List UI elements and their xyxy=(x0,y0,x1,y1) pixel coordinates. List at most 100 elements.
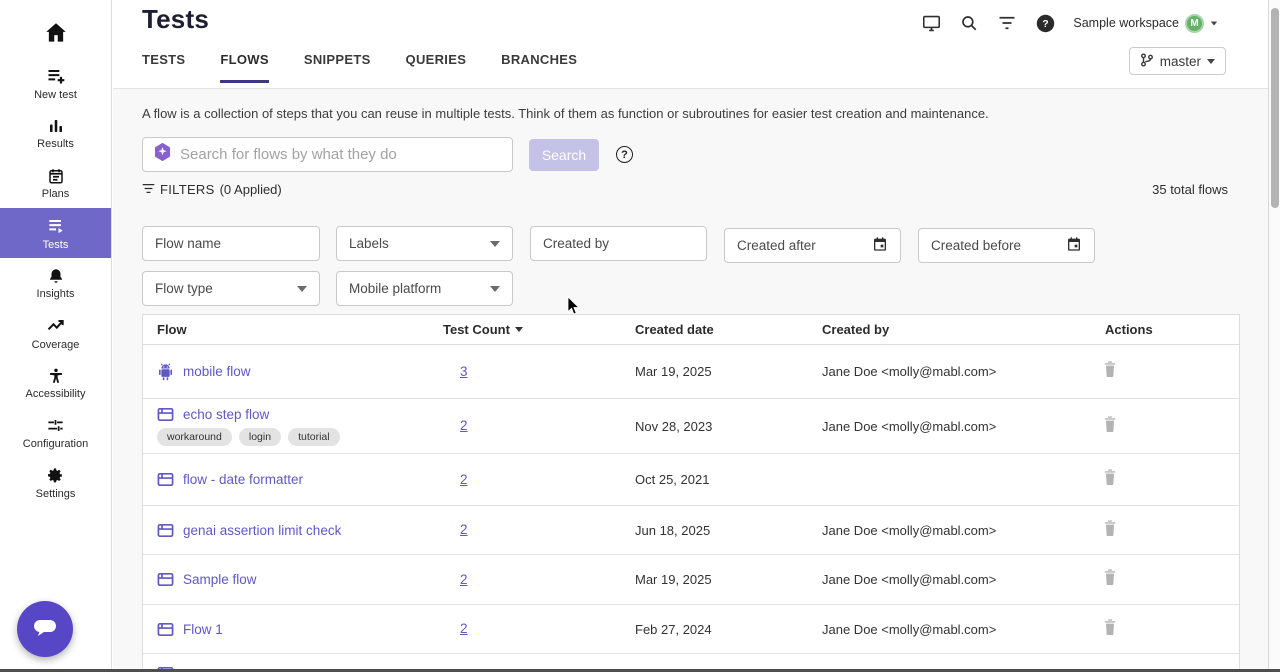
delete-icon[interactable] xyxy=(1103,622,1117,639)
flow-name-link[interactable]: mobile flow xyxy=(183,364,251,379)
created-by-input[interactable] xyxy=(543,236,694,251)
tab-flows[interactable]: FLOWS xyxy=(220,52,268,83)
tab-tests[interactable]: TESTS xyxy=(142,52,185,83)
search-help-icon[interactable]: ? xyxy=(616,146,633,163)
chat-bubble-icon xyxy=(30,614,60,645)
sidebar-item-label: Insights xyxy=(37,288,75,300)
delete-icon[interactable] xyxy=(1103,523,1117,540)
flow-name-link[interactable]: Sample flow xyxy=(183,572,257,587)
branch-selector[interactable]: master xyxy=(1129,47,1226,75)
sidebar-item-label: Tests xyxy=(43,239,69,251)
created-before-value: Created before xyxy=(931,238,1066,253)
sidebar-item-plans[interactable]: Plans xyxy=(0,158,111,208)
delete-icon[interactable] xyxy=(1103,419,1117,436)
tab-queries[interactable]: QUERIES xyxy=(406,52,467,83)
sidebar-item-coverage[interactable]: Coverage xyxy=(0,308,111,358)
test-count-link[interactable]: 2 xyxy=(460,418,468,433)
sliders-icon xyxy=(46,416,65,435)
help-icon[interactable]: ? xyxy=(1035,13,1055,33)
column-header-flow[interactable]: Flow xyxy=(143,322,429,337)
chat-button[interactable] xyxy=(17,601,73,657)
created-date-cell: Nov 28, 2023 xyxy=(621,419,808,434)
search-icon[interactable] xyxy=(959,13,979,33)
chevron-down-icon xyxy=(490,241,500,247)
delete-icon[interactable] xyxy=(1103,472,1117,489)
table-body: mobile flow 3 Mar 19, 2025 Jane Doe <mol… xyxy=(143,345,1239,654)
test-count-link[interactable]: 2 xyxy=(460,472,468,487)
delete-icon[interactable] xyxy=(1103,364,1117,381)
search-input[interactable] xyxy=(180,146,502,163)
bell-icon xyxy=(47,267,65,285)
flow-browser-icon xyxy=(157,407,174,422)
tab-branches[interactable]: BRANCHES xyxy=(501,52,577,83)
tab-snippets[interactable]: SNIPPETS xyxy=(304,52,371,83)
branch-name: master xyxy=(1160,54,1201,69)
results-icon xyxy=(47,117,65,135)
sidebar-item-tests[interactable]: Tests xyxy=(0,208,111,258)
flow-name-link[interactable]: echo step flow xyxy=(183,407,269,422)
ai-search-field[interactable] xyxy=(142,137,513,172)
created-date-cell: Jun 18, 2025 xyxy=(621,523,808,538)
sidebar-item-insights[interactable]: Insights xyxy=(0,258,111,308)
calendar-icon[interactable] xyxy=(1066,236,1082,255)
sidebar-item-new-test[interactable]: New test xyxy=(0,58,111,108)
filter-labels[interactable]: Labels xyxy=(336,226,513,261)
test-count-link[interactable]: 2 xyxy=(460,621,468,636)
filter-icon[interactable] xyxy=(997,13,1017,33)
flow-name-link[interactable]: Flow 1 xyxy=(183,622,223,637)
sidebar-item-configuration[interactable]: Configuration xyxy=(0,408,111,458)
ai-sparkle-icon xyxy=(153,142,172,167)
filter-created-after[interactable]: Created after xyxy=(724,228,901,263)
flow-browser-icon xyxy=(157,622,174,637)
total-flows-count: 35 total flows xyxy=(1152,182,1228,197)
filters-toggle[interactable]: FILTERS (0 Applied) xyxy=(142,182,282,197)
label-chip: workaround xyxy=(157,428,232,446)
mobile-platform-select-value: Mobile platform xyxy=(349,281,490,296)
flow-name-link[interactable]: flow - date formatter xyxy=(183,472,303,487)
table-row: flow - date formatter 2 Oct 25, 2021 xyxy=(143,454,1239,506)
filter-created-before[interactable]: Created before xyxy=(918,228,1095,263)
created-date-cell: Feb 27, 2024 xyxy=(621,622,808,637)
filter-created-by[interactable] xyxy=(530,226,707,261)
new-test-icon xyxy=(46,66,66,86)
sidebar-item-label: Results xyxy=(37,138,74,150)
created-by-cell: Jane Doe <molly@mabl.com> xyxy=(808,419,1091,434)
sidebar-item-accessibility[interactable]: Accessibility xyxy=(0,358,111,408)
table-row: echo step flow workaroundlogintutorial 2… xyxy=(143,399,1239,454)
main-content: Tests ? Sample workspace M TESTS FLOWS xyxy=(113,0,1268,672)
workspace-selector[interactable]: Sample workspace M xyxy=(1073,14,1218,33)
chevron-down-icon xyxy=(297,286,307,292)
column-header-label: Test Count xyxy=(443,322,510,337)
filter-flow-name[interactable] xyxy=(142,226,320,261)
filter-flow-type[interactable]: Flow type xyxy=(142,271,320,306)
flow-type-select-value: Flow type xyxy=(155,281,297,296)
search-button[interactable]: Search xyxy=(529,139,599,171)
table-header: Flow Test Count Created date Created by … xyxy=(143,315,1239,345)
filter-mobile-platform[interactable]: Mobile platform xyxy=(336,271,513,306)
gear-icon xyxy=(46,466,65,485)
filter-lines-icon xyxy=(142,182,155,197)
column-header-created-date[interactable]: Created date xyxy=(621,322,808,337)
sidebar-item-settings[interactable]: Settings xyxy=(0,458,111,508)
flow-name-input[interactable] xyxy=(155,236,307,251)
sidebar-item-results[interactable]: Results xyxy=(0,108,111,158)
column-header-created-by[interactable]: Created by xyxy=(808,322,1091,337)
delete-icon[interactable] xyxy=(1103,572,1117,589)
calendar-icon[interactable] xyxy=(872,236,888,255)
header-actions: ? Sample workspace M xyxy=(921,13,1218,33)
device-monitor-icon[interactable] xyxy=(921,13,941,33)
test-count-link[interactable]: 2 xyxy=(460,572,468,587)
scrollbar-thumb[interactable] xyxy=(1271,8,1279,208)
created-after-value: Created after xyxy=(737,238,872,253)
flow-name-link[interactable]: genai assertion limit check xyxy=(183,523,341,538)
sidebar-item-label: Accessibility xyxy=(26,388,86,400)
sidebar-item-home[interactable] xyxy=(0,0,111,58)
test-count-link[interactable]: 2 xyxy=(460,522,468,537)
accessibility-icon xyxy=(47,367,65,385)
column-header-test-count[interactable]: Test Count xyxy=(429,322,621,337)
flow-browser-icon xyxy=(157,472,174,487)
table-row: Sample flow 2 Mar 19, 2025 Jane Doe <mol… xyxy=(143,555,1239,605)
test-count-link[interactable]: 3 xyxy=(460,364,468,379)
vertical-scrollbar[interactable] xyxy=(1268,0,1280,672)
created-date-cell: Mar 19, 2025 xyxy=(621,364,808,379)
